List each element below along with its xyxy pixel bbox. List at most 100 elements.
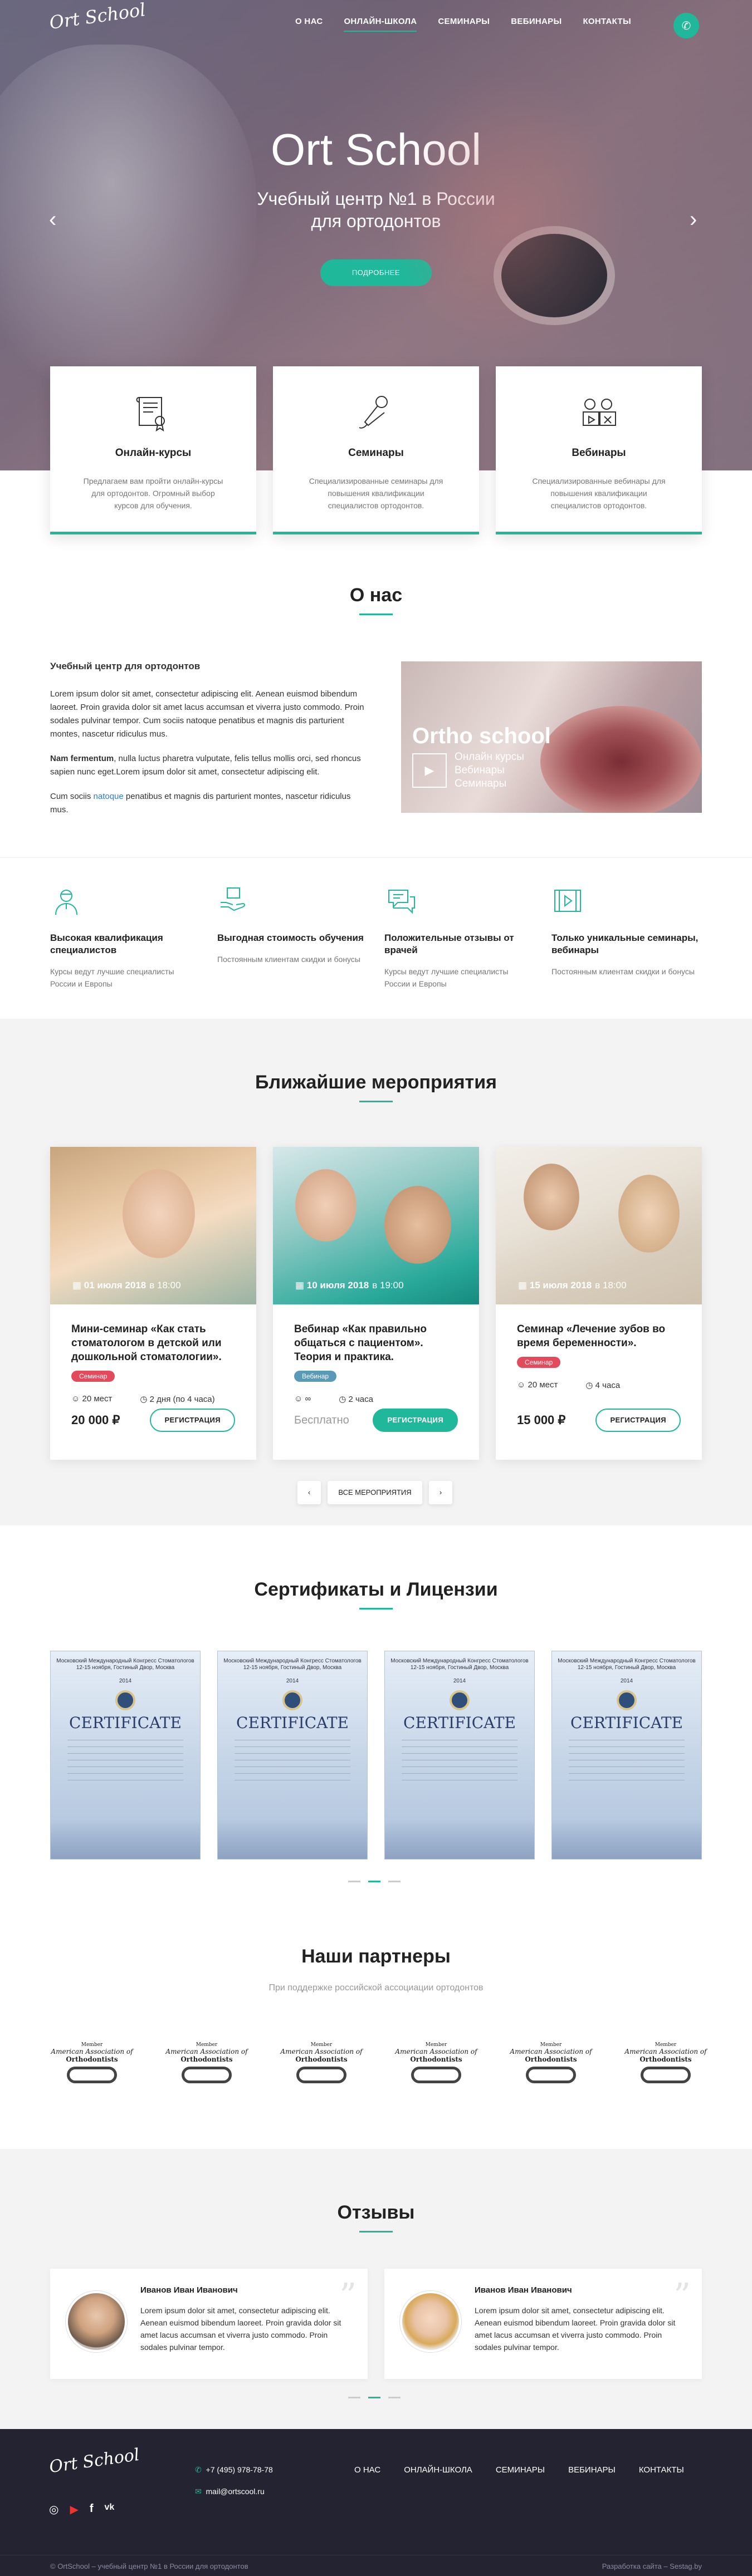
calendar-icon: ▦ (72, 1280, 82, 1291)
slider-dot[interactable] (348, 2397, 360, 2398)
nav-about[interactable]: О НАС (295, 17, 323, 32)
event-date: ▦ 10 июля 2018 в 19:00 (295, 1280, 404, 1291)
slider-dot-active[interactable] (368, 1881, 380, 1882)
register-button[interactable]: РЕГИСТРАЦИЯ (373, 1409, 458, 1432)
partner-logo[interactable]: Member American Association of Orthodontis… (280, 2042, 363, 2087)
certificate-image[interactable]: Московский Международный Конгресс Стомат… (50, 1651, 201, 1859)
footer-phone[interactable]: ✆ +7 (495) 978-78-78 (195, 2465, 273, 2475)
youtube-icon[interactable]: ▶ (70, 2503, 78, 2516)
events-next-icon[interactable]: › (429, 1481, 452, 1504)
certificates-title: Сертификаты и Лицензии (254, 1579, 498, 1600)
certificate-icon (136, 397, 165, 432)
dental-mirror-image (501, 234, 607, 317)
partners-title: Наши партнеры (301, 1946, 451, 1967)
slider-dot[interactable] (388, 1881, 401, 1882)
event-title[interactable]: Мини-семинар «Как стать стоматологом в д… (71, 1322, 235, 1364)
all-events-button[interactable]: ВСЕ МЕРОПРИЯТИЯ (328, 1481, 422, 1504)
partner-logo[interactable]: Member American Association of Orthodontis… (509, 2042, 593, 2087)
webinar-icon (583, 399, 616, 426)
footer-nav-about[interactable]: О НАС (354, 2465, 380, 2475)
register-button[interactable]: РЕГИСТРАЦИЯ (595, 1409, 681, 1432)
reviewer-name: Иванов Иван Иванович (475, 2285, 572, 2295)
nav-seminars[interactable]: СЕМИНАРЫ (438, 17, 490, 32)
title-underline (359, 614, 393, 615)
event-title[interactable]: Вебинар «Как правильно общаться с пациен… (294, 1322, 458, 1364)
service-card-seminars[interactable]: Семинары Специализированные семинары для… (273, 366, 479, 534)
about-link[interactable]: natoque (94, 792, 124, 801)
slider-dot-active[interactable] (368, 2397, 380, 2398)
partner-logo[interactable]: Member American Association of Orthodontis… (165, 2042, 248, 2087)
service-card-webinars[interactable]: Вебинары Специализированные вебинары для… (496, 366, 702, 534)
event-price: 20 000 ₽ (71, 1413, 120, 1427)
title-underline (359, 1608, 393, 1610)
footer-nav-seminars[interactable]: СЕМИНАРЫ (496, 2465, 545, 2475)
event-card[interactable]: ▦ 10 июля 2018 в 19:00 Вебинар «Как прави… (273, 1147, 479, 1460)
people-icon: ☺ (294, 1394, 303, 1404)
footer: Ort School ◎ ▶ f vk ✆ +7 (495) 978-78-78… (0, 2429, 752, 2576)
video-play-icon[interactable]: ▶ (412, 753, 447, 788)
certificate-image[interactable]: Московский Международный Конгресс Стомат… (384, 1651, 535, 1859)
feature-item: Высокая квалификация специалистов Курсы в… (50, 885, 201, 990)
facebook-icon[interactable]: f (90, 2503, 94, 2516)
title-underline (359, 2231, 393, 2232)
event-price: 15 000 ₽ (517, 1413, 566, 1427)
more-button[interactable]: ПОДРОБНЕЕ (320, 259, 432, 286)
footer-logo[interactable]: Ort School (48, 2445, 140, 2477)
event-duration: ◷ 4 часа (585, 1381, 621, 1390)
developer-credit-link[interactable]: Разработка сайта – Sestag.by (602, 2562, 702, 2570)
certificate-image[interactable]: Московский Международный Конгресс Стомат… (217, 1651, 368, 1859)
people-icon: ☺ (71, 1394, 80, 1404)
nav-webinars[interactable]: ВЕБИНАРЫ (511, 17, 561, 32)
certificates-slider-dots (348, 1881, 401, 1882)
copyright: © OrtSchool – учебный центр №1 в России … (50, 2562, 248, 2570)
quote-icon: ” (673, 2276, 691, 2315)
nav-contacts[interactable]: КОНТАКТЫ (583, 17, 631, 32)
footer-nav-online-school[interactable]: ОНЛАЙН-ШКОЛА (404, 2465, 472, 2475)
register-button[interactable]: РЕГИСТРАЦИЯ (150, 1409, 235, 1432)
avatar (66, 2291, 127, 2352)
event-seats: ☺ ∞ (294, 1394, 311, 1404)
footer-nav-contacts[interactable]: КОНТАКТЫ (639, 2465, 684, 2475)
slider-dot[interactable] (348, 1881, 360, 1882)
calendar-icon: ▦ (295, 1280, 305, 1291)
clock-icon: ◷ (140, 1395, 148, 1404)
slider-next-icon[interactable]: › (690, 207, 697, 232)
clock-icon: ◷ (339, 1395, 346, 1404)
phone-icon: ✆ (681, 19, 691, 32)
partner-logo[interactable]: Member American Association of Orthodontis… (624, 2042, 707, 2087)
review-card: Иванов Иван Иванович Lorem ipsum dolor s… (384, 2269, 702, 2379)
hero-subtitle: Учебный центр №1 в России для ортодонтов (257, 189, 495, 231)
vk-icon[interactable]: vk (105, 2503, 115, 2516)
review-text: Lorem ipsum dolor sit amet, consectetur … (475, 2306, 676, 2352)
feature-item: Только уникальные семинары, вебинары Пост… (551, 885, 702, 978)
event-duration: ◷ 2 часа (339, 1395, 373, 1404)
microphone-icon (359, 396, 388, 429)
event-tag: Семинар (71, 1371, 115, 1382)
partner-logo[interactable]: Member American Association of Orthodontis… (394, 2042, 478, 2087)
about-paragraph: Lorem ipsum dolor sit amet, consectetur … (50, 689, 364, 739)
slider-prev-icon[interactable]: ‹ (49, 207, 56, 232)
event-date: ▦ 15 июля 2018 в 18:00 (518, 1280, 627, 1291)
events-prev-icon[interactable]: ‹ (297, 1481, 321, 1504)
service-title: Онлайн-курсы (115, 447, 192, 459)
footer-bottom: © OrtSchool – учебный центр №1 в России … (0, 2555, 752, 2576)
certificate-image[interactable]: Московский Международный Конгресс Стомат… (551, 1651, 702, 1859)
event-tag: Вебинар (294, 1371, 337, 1382)
hand-box-icon (221, 887, 245, 911)
event-tag: Семинар (517, 1357, 561, 1368)
phone-call-button[interactable]: ✆ (673, 13, 699, 38)
slider-dot[interactable] (388, 2397, 401, 2398)
event-title[interactable]: Семинар «Лечение зубов во время беременн… (517, 1322, 681, 1350)
event-card[interactable]: ▦ 01 июля 2018 в 18:00 Мини-семинар «Как … (50, 1147, 256, 1460)
event-card[interactable]: ▦ 15 июля 2018 в 18:00 Семинар «Лечение з… (496, 1147, 702, 1460)
nav-online-school[interactable]: ОНЛАЙН-ШКОЛА (344, 17, 417, 32)
mail-icon: ✉ (195, 2487, 202, 2496)
footer-email[interactable]: ✉ mail@ortscool.ru (195, 2487, 265, 2496)
instagram-icon[interactable]: ◎ (49, 2503, 58, 2516)
reviews-slider-dots (348, 2397, 401, 2398)
service-card-online-courses[interactable]: Онлайн-курсы Предлагаем вам пройти онлай… (50, 366, 256, 534)
footer-nav-webinars[interactable]: ВЕБИНАРЫ (568, 2465, 616, 2475)
review-text: Lorem ipsum dolor sit amet, consectetur … (140, 2306, 341, 2352)
about-title: О нас (349, 585, 403, 606)
partner-logo[interactable]: Member American Association of Orthodontis… (50, 2042, 134, 2087)
